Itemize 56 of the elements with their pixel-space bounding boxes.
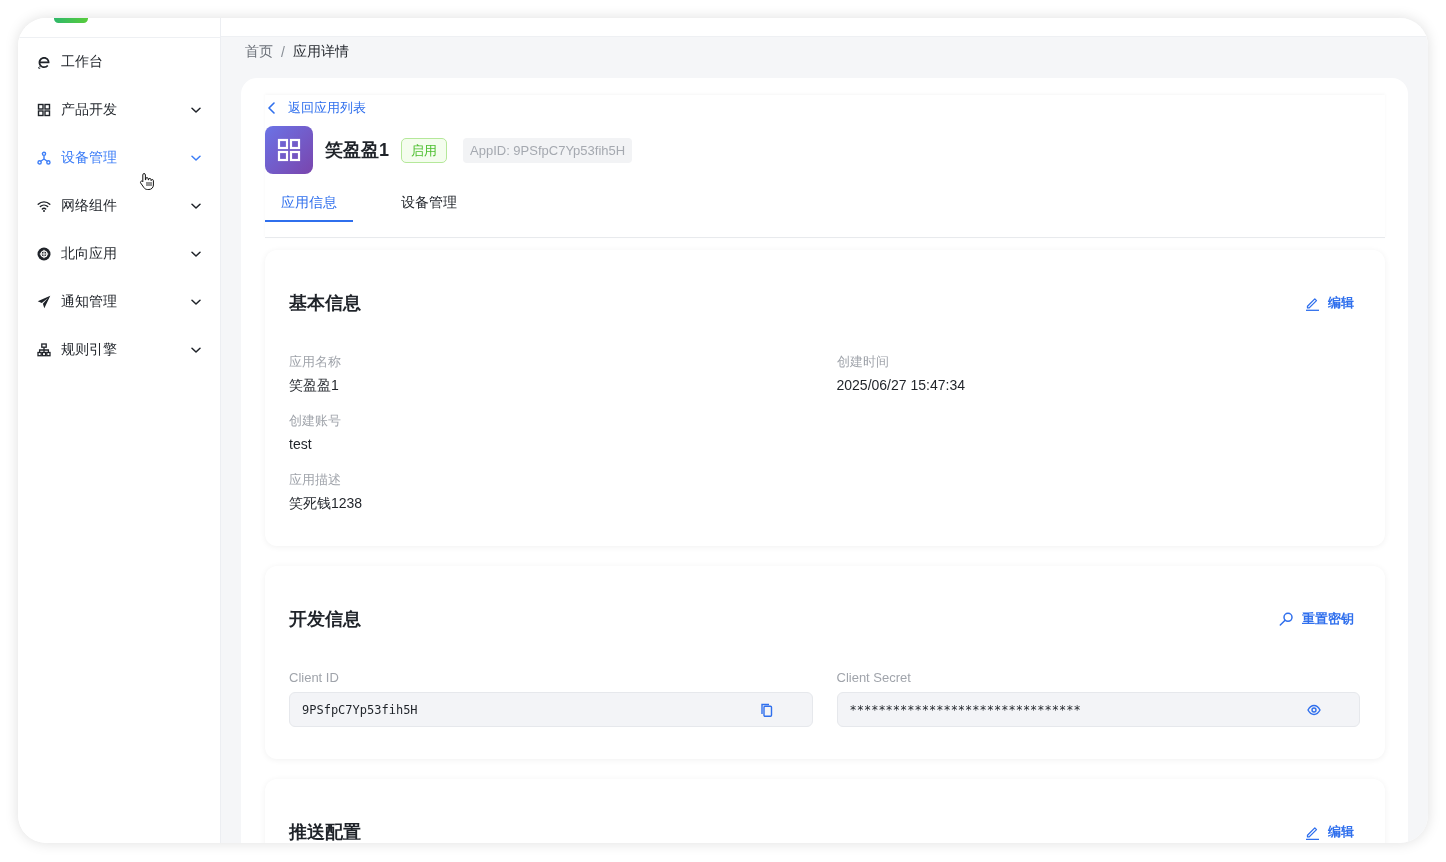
copy-icon[interactable] (759, 702, 774, 717)
section-title: 开发信息 (289, 609, 361, 629)
edit-button[interactable]: 编辑 (1299, 820, 1360, 843)
reset-key-button[interactable]: 重置密钥 (1273, 607, 1360, 631)
field-value: 笑死钱1238 (289, 494, 364, 513)
field-label: 创建时间 (836, 353, 890, 371)
field-value: 2025/06/27 15:47:34 (836, 376, 966, 395)
wifi-icon (37, 199, 51, 213)
chevron-down-icon (191, 251, 201, 257)
field-label: 应用名称 (289, 353, 342, 371)
nav-item[interactable]: 通知管理 (18, 278, 220, 326)
app-id-tag: AppID: 9PSfpC7Yp53fih5H (463, 137, 633, 163)
field-value: 笑盈盈1 (289, 376, 340, 395)
chevron-down-icon (191, 299, 201, 305)
section-title: 基本信息 (289, 293, 361, 313)
nav-item[interactable]: 产品开发 (18, 86, 220, 134)
chevron-down-icon (191, 203, 201, 209)
chevron-down-icon (191, 155, 201, 161)
nodes-icon (37, 151, 51, 165)
app-name: 笑盈盈1 (325, 139, 389, 162)
nav-item[interactable]: 北向应用 (18, 230, 220, 278)
section-title: 推送配置 (289, 822, 361, 842)
field-value: ******************************** (849, 702, 1081, 717)
magnifier-icon (1279, 611, 1293, 627)
e-letter-icon (37, 55, 51, 69)
field-label: 创建账号 (289, 412, 342, 430)
blocks-icon (37, 103, 51, 117)
breadcrumb-separator: / (281, 44, 285, 60)
nav-item[interactable]: 网络组件 (18, 182, 220, 230)
nav-item[interactable]: 设备管理 (18, 134, 220, 182)
breadcrumb-current: 应用详情 (292, 43, 349, 61)
chevron-down-icon (191, 107, 201, 113)
field-value: 9PSfpC7Yp53fih5H (302, 702, 418, 717)
circle-icon (37, 247, 51, 261)
text-field[interactable]: 9PSfpC7Yp53fih5H (289, 692, 813, 727)
field-label: Client Secret (836, 669, 912, 687)
tab[interactable]: 应用信息 (265, 186, 353, 222)
paper-plane-icon (37, 295, 51, 309)
edit-button[interactable]: 编辑 (1299, 291, 1360, 315)
field-label: 应用描述 (289, 471, 342, 489)
field-label: Client ID (289, 669, 340, 687)
back-link[interactable]: 返回应用列表 (265, 99, 366, 117)
nav-item[interactable]: 规则引擎 (18, 326, 220, 374)
breadcrumb-link[interactable]: 首页 (245, 43, 273, 61)
eye-icon[interactable] (1307, 702, 1321, 717)
field-value: test (289, 435, 313, 454)
hierarchy-icon (37, 343, 51, 357)
pencil-icon (1305, 824, 1319, 840)
hand-cursor-icon (139, 172, 155, 191)
nav-item[interactable]: 工作台 (18, 38, 220, 86)
tab[interactable]: 设备管理 (385, 186, 473, 222)
pencil-icon (1305, 295, 1319, 311)
status-tag: 启用 (401, 137, 447, 163)
text-field[interactable]: ******************************** (836, 692, 1360, 727)
chevron-down-icon (191, 347, 201, 353)
chevron-left-icon (267, 102, 276, 114)
